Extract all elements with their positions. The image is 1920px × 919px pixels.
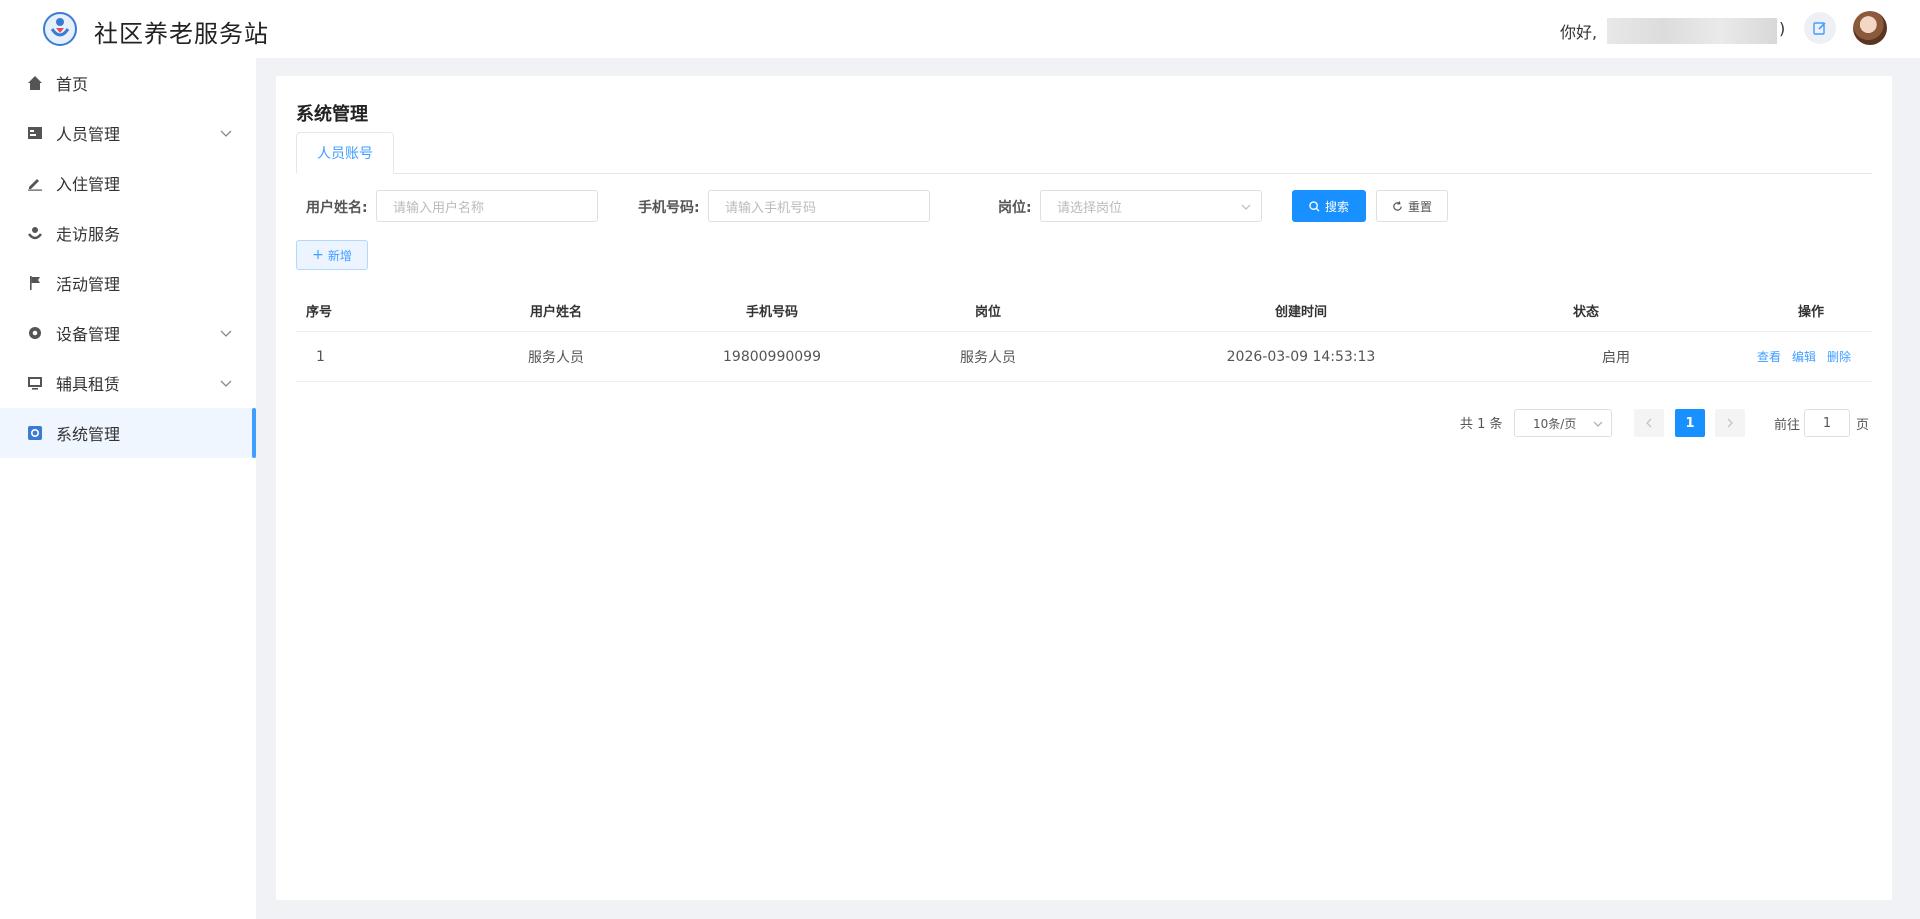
row-created-time: 2026-03-09 14:53:13 [1226, 348, 1376, 365]
sidebar-item-rental[interactable]: 辅具租赁 [0, 358, 256, 408]
post-select[interactable]: 请选择岗位 [1040, 190, 1262, 222]
next-page-button[interactable] [1715, 409, 1745, 437]
sidebar-item-checkin[interactable]: 入住管理 [0, 158, 256, 208]
column-header: 用户姓名 [529, 305, 582, 320]
row-actions: 查看 编辑 删除 [1744, 332, 1864, 381]
sidebar-item-system[interactable]: 系统管理 [0, 408, 256, 458]
sidebar-item-activity[interactable]: 活动管理 [0, 258, 256, 308]
scrollbar[interactable] [1900, 58, 1920, 919]
flag-icon [26, 274, 44, 292]
sidebar-item-label: 系统管理 [56, 425, 121, 444]
add-button[interactable]: + 新增 [296, 240, 368, 270]
goto-label: 前往 [1774, 418, 1801, 433]
sidebar-item-label: 人员管理 [56, 125, 121, 144]
chevron-down-icon [220, 130, 232, 137]
row-index: 1 [316, 348, 325, 365]
phone-filter-label: 手机号码: [638, 200, 700, 216]
sidebar-item-device[interactable]: 设备管理 [0, 308, 256, 358]
edit-icon [1813, 22, 1826, 35]
username-redacted [1607, 18, 1777, 44]
greeting-close-paren: ) [1779, 19, 1786, 38]
sidebar-item-label: 设备管理 [56, 325, 121, 344]
home-icon [26, 74, 44, 92]
sidebar-item-home[interactable]: 首页 [0, 58, 256, 108]
reset-button[interactable]: 重置 [1376, 190, 1448, 222]
row-name: 服务人员 [528, 349, 584, 366]
column-header: 创建时间 [1274, 305, 1327, 320]
goto-page-input[interactable]: 1 [1804, 409, 1850, 437]
sidebar-item-label: 活动管理 [56, 275, 121, 294]
name-search-input[interactable]: 请输入用户名称 [376, 190, 598, 222]
column-header: 手机号码 [745, 305, 798, 320]
page-size-select[interactable]: 10条/页 [1514, 409, 1612, 437]
sidebar-item-label: 入住管理 [56, 175, 121, 194]
logo-icon [43, 12, 77, 46]
column-header: 序号 [306, 305, 333, 320]
name-filter-label: 用户姓名: [306, 200, 368, 216]
edit-profile-button[interactable] [1804, 12, 1836, 44]
page-title: 系统管理 [296, 104, 368, 125]
row-post: 服务人员 [960, 349, 1016, 366]
sidebar-item-visit[interactable]: 走访服务 [0, 208, 256, 258]
search-button[interactable]: 搜索 [1292, 190, 1366, 222]
phone-search-input[interactable]: 请输入手机号码 [708, 190, 930, 222]
post-filter-label: 岗位: [998, 200, 1032, 216]
main-card: 系统管理 人员账号 用户姓名: 请输入用户名称 手机号码: 请输入手机号码 岗位… [276, 76, 1892, 900]
reset-button-label: 重置 [1407, 199, 1432, 214]
chevron-down-icon [220, 330, 232, 337]
pagination-total: 共 1 条 [1460, 417, 1503, 432]
prev-page-button[interactable] [1634, 409, 1664, 437]
post-select-placeholder: 请选择岗位 [1057, 200, 1123, 216]
visit-icon [26, 224, 44, 242]
table-row: 1 服务人员 19800990099 服务人员 2026-03-09 14:53… [296, 332, 1872, 382]
chevron-down-icon [220, 380, 232, 387]
gear-icon [26, 324, 44, 342]
chevron-down-icon [1241, 204, 1251, 210]
avatar[interactable] [1853, 11, 1887, 45]
row-phone: 19800990099 [723, 348, 821, 365]
column-header: 状态 [1572, 305, 1599, 320]
tab-staff-accounts[interactable]: 人员账号 [296, 132, 394, 174]
add-button-label: 新增 [327, 248, 352, 263]
view-link[interactable]: 查看 [1757, 348, 1781, 365]
edit-link[interactable]: 编辑 [1792, 348, 1816, 365]
page-size-value: 10条/页 [1533, 416, 1577, 431]
sidebar-item-staff[interactable]: 人员管理 [0, 108, 256, 158]
delete-link[interactable]: 删除 [1827, 348, 1851, 365]
column-header: 操作 [1797, 305, 1824, 320]
column-header: 岗位 [974, 305, 1001, 320]
page-suffix: 页 [1856, 418, 1870, 433]
greeting-text: 你好, [1560, 23, 1598, 42]
plus-icon: + [312, 247, 324, 263]
settings-icon [26, 424, 44, 442]
staff-table: 序号 用户姓名 手机号码 岗位 创建时间 状态 操作 1 服务人员 198009… [296, 290, 1872, 382]
chevron-left-icon [1646, 418, 1652, 428]
refresh-icon [1393, 200, 1402, 211]
search-button-label: 搜索 [1324, 199, 1349, 214]
top-header: 社区养老服务站 你好, ) [0, 0, 1920, 58]
search-icon [1309, 200, 1320, 212]
staff-icon [26, 124, 44, 142]
table-header: 序号 用户姓名 手机号码 岗位 创建时间 状态 操作 [296, 290, 1872, 332]
row-status: 启用 [1602, 349, 1630, 366]
chevron-right-icon [1727, 418, 1733, 428]
sidebar-item-label: 走访服务 [56, 225, 121, 244]
pen-icon [26, 174, 44, 192]
sidebar: 首页 人员管理 入住管理 走访服务 活动管理 设备管理 辅具租赁 系统管理 [0, 58, 256, 919]
sidebar-item-label: 辅具租赁 [56, 375, 121, 394]
tab-bar: 人员账号 [296, 132, 1872, 174]
page-number-current[interactable]: 1 [1675, 409, 1705, 437]
monitor-icon [26, 374, 44, 392]
sidebar-item-label: 首页 [56, 75, 89, 94]
chevron-down-icon [1593, 421, 1603, 427]
app-title: 社区养老服务站 [94, 20, 269, 48]
